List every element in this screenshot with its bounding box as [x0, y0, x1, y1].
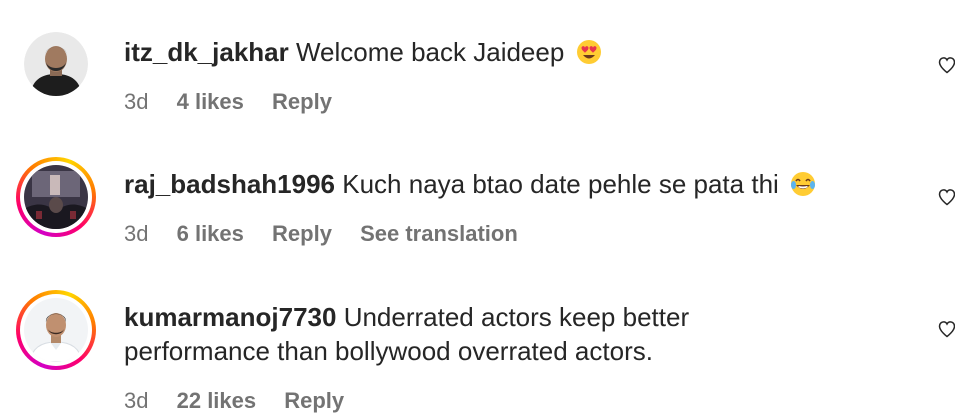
avatar[interactable] — [16, 24, 96, 104]
comment-body: itz_dk_jakhar Welcome back Jaideep — [124, 35, 824, 69]
comments-list: itz_dk_jakhar Welcome back Jaideep 3d 4 … — [0, 0, 955, 419]
comment-text-line: raj_badshah1996 Kuch naya btao date pehl… — [124, 167, 824, 201]
avatar-image — [24, 165, 88, 229]
reply-button[interactable]: Reply — [284, 388, 344, 413]
comment-item: raj_badshah1996 Kuch naya btao date pehl… — [0, 140, 955, 275]
comment-text-line: performance than bollywood overrated act… — [124, 334, 824, 368]
comment-text: Kuch naya btao date pehle se pata thi — [342, 169, 779, 199]
comment-text: performance than bollywood overrated act… — [124, 336, 653, 366]
comment-text-line: itz_dk_jakhar Welcome back Jaideep — [124, 35, 824, 69]
comment-username[interactable]: kumarmanoj7730 — [124, 302, 336, 332]
heart-outline-icon[interactable] — [937, 319, 955, 339]
avatar-image — [24, 32, 88, 96]
comment-likes[interactable]: 22 likes — [177, 388, 257, 413]
comment-likes[interactable]: 6 likes — [177, 221, 244, 246]
reply-button[interactable]: Reply — [272, 221, 332, 246]
reply-button[interactable]: Reply — [272, 89, 332, 114]
comment-meta: 3d 22 likes Reply — [124, 387, 366, 415]
comment-username[interactable]: raj_badshah1996 — [124, 169, 335, 199]
comment-meta: 3d 4 likes Reply — [124, 88, 354, 116]
comment-body: raj_badshah1996 Kuch naya btao date pehl… — [124, 167, 824, 201]
comment-meta: 3d 6 likes Reply See translation — [124, 220, 540, 248]
comment-item: itz_dk_jakhar Welcome back Jaideep 3d 4 … — [0, 0, 955, 140]
heart-outline-icon[interactable] — [937, 55, 955, 75]
comment-time: 3d — [124, 89, 149, 114]
avatar-image — [24, 298, 88, 362]
comment-likes[interactable]: 4 likes — [177, 89, 244, 114]
avatar-story-ring[interactable] — [16, 290, 96, 370]
comment-time: 3d — [124, 388, 149, 413]
comment-time: 3d — [124, 221, 149, 246]
avatar-ring-inner — [20, 294, 92, 366]
avatar-story-ring[interactable] — [16, 157, 96, 237]
heart-outline-icon[interactable] — [937, 187, 955, 207]
comment-username[interactable]: itz_dk_jakhar — [124, 37, 289, 67]
avatar-ring-inner — [20, 161, 92, 233]
comment-text: Welcome back Jaideep — [295, 37, 565, 67]
comment-text: Underrated actors keep better — [343, 302, 690, 332]
comment-text-line: kumarmanoj7730 Underrated actors keep be… — [124, 300, 824, 334]
see-translation-button[interactable]: See translation — [360, 221, 518, 246]
comment-body: kumarmanoj7730 Underrated actors keep be… — [124, 300, 824, 368]
comment-item: kumarmanoj7730 Underrated actors keep be… — [0, 275, 955, 419]
heart-eyes-emoji-icon — [576, 40, 601, 64]
tears-of-joy-emoji-icon — [791, 172, 816, 196]
